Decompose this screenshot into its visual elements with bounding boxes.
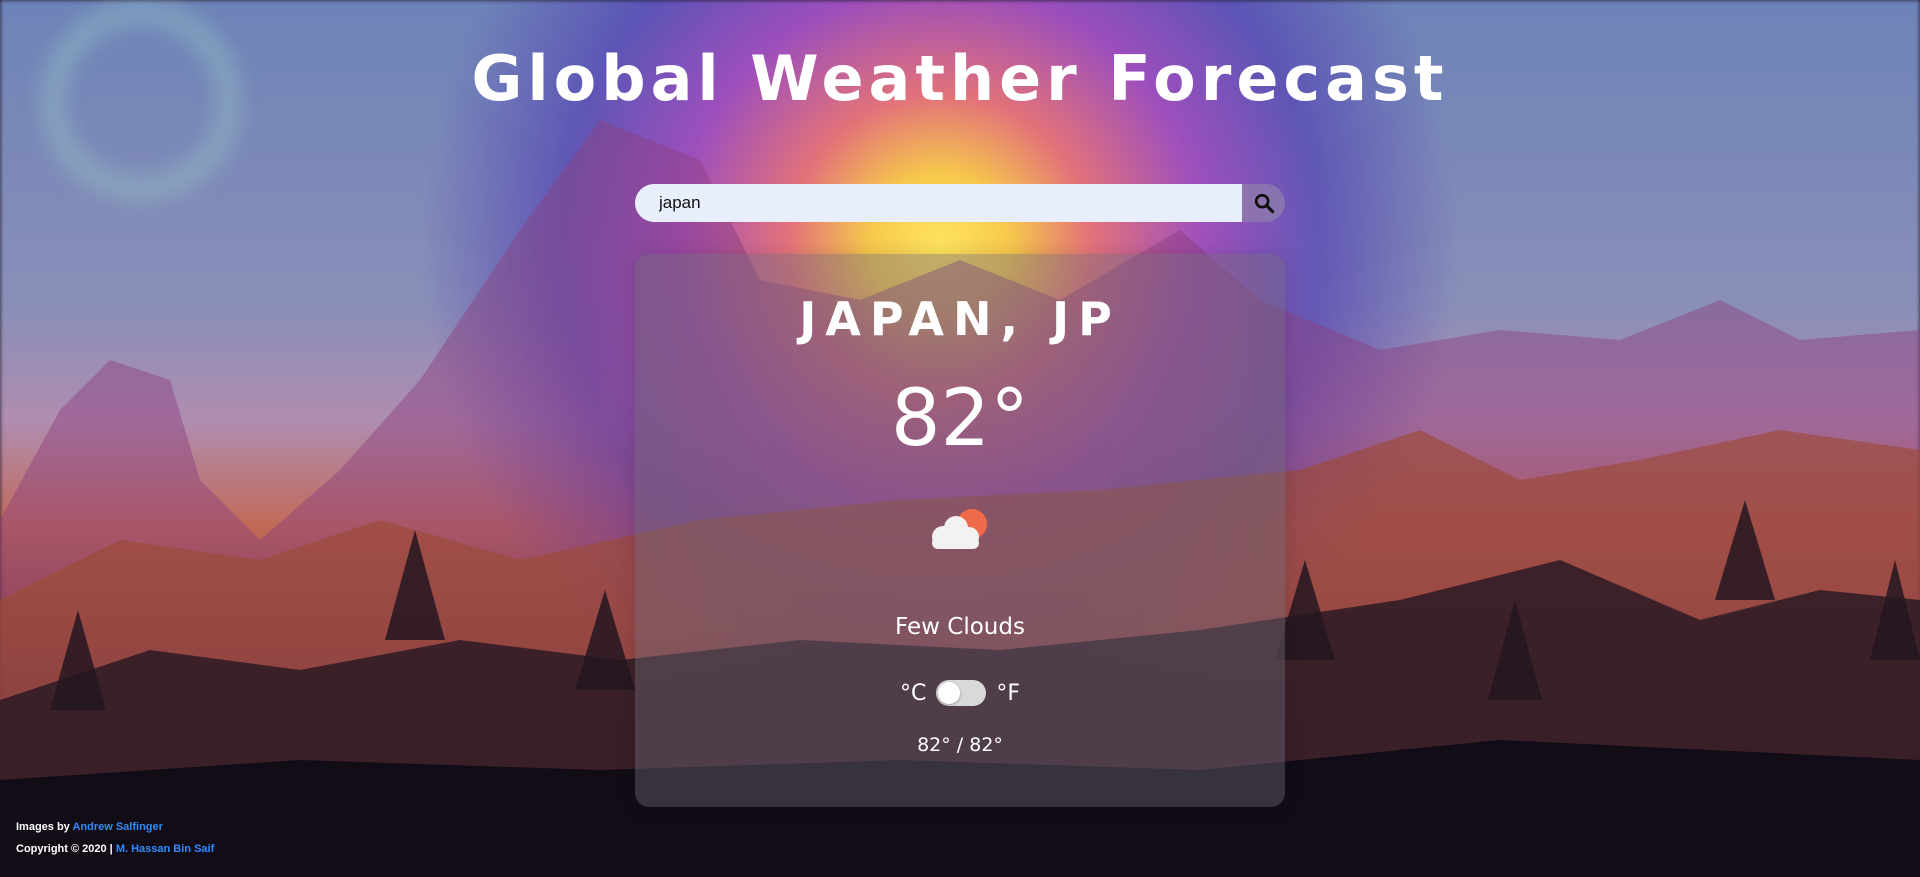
search-bar: [635, 184, 1285, 222]
images-credit: Images by Andrew Salfinger: [16, 821, 214, 833]
images-author-link[interactable]: Andrew Salfinger: [72, 821, 162, 833]
celsius-label: °C: [899, 680, 927, 706]
weather-description: Few Clouds: [895, 614, 1025, 640]
copyright-prefix: Copyright © 2020 |: [16, 843, 116, 855]
copyright-author-link[interactable]: M. Hassan Bin Saif: [116, 843, 214, 855]
search-icon: [1254, 193, 1274, 214]
copyright: Copyright © 2020 | M. Hassan Bin Saif: [16, 843, 214, 855]
search-input[interactable]: [635, 184, 1242, 222]
images-credit-prefix: Images by: [16, 821, 73, 833]
toggle-knob: [938, 682, 961, 704]
footer: Images by Andrew Salfinger Copyright © 2…: [16, 821, 214, 865]
temperature-range: 82° / 82°: [917, 734, 1003, 756]
unit-toggle[interactable]: [936, 680, 987, 706]
search-button[interactable]: [1242, 184, 1285, 222]
page-title: Global Weather Forecast: [471, 42, 1449, 115]
fahrenheit-label: °F: [996, 680, 1021, 706]
location-name: JAPAN, JP: [799, 292, 1121, 346]
few-clouds-icon: [932, 509, 987, 549]
temperature: 82°: [890, 374, 1030, 464]
unit-switch: °C °F: [635, 680, 1285, 706]
weather-card: JAPAN, JP 82° Few Clouds °C °F 82° / 82°: [635, 254, 1285, 807]
